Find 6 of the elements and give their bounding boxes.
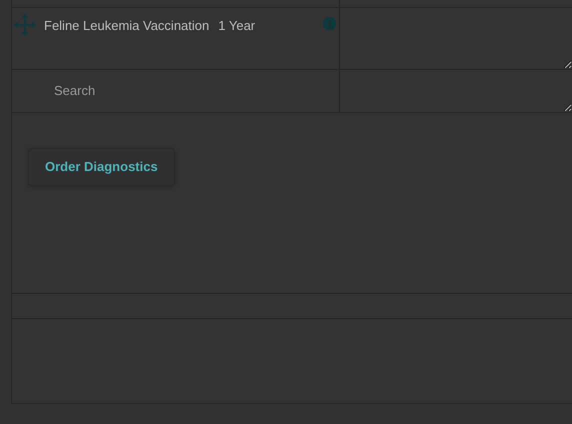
search-field[interactable]: Search [52, 80, 252, 102]
info-icon[interactable] [323, 17, 336, 30]
item-name: Feline Leukemia Vaccination [44, 17, 210, 35]
item-duration: 1 Year [218, 17, 256, 35]
order-diagnostics-button[interactable]: Order Diagnostics [28, 148, 175, 186]
move-icon[interactable] [14, 14, 36, 36]
